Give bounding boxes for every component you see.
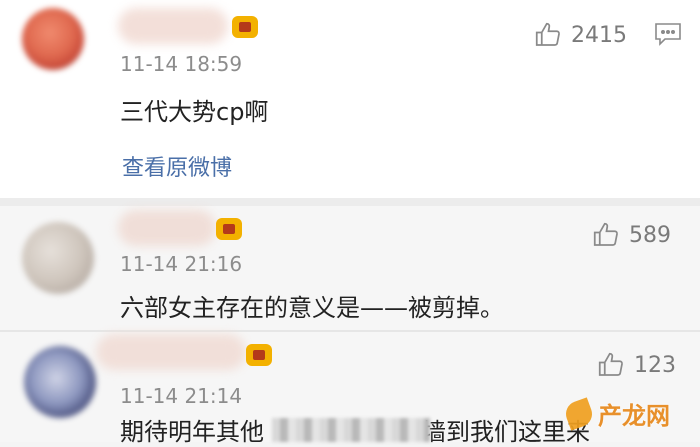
timestamp: 11-14 18:59 <box>120 52 243 76</box>
site-watermark: 产龙网 <box>562 396 670 431</box>
section-divider <box>0 198 700 206</box>
thumbs-up-icon <box>598 352 623 376</box>
username-blurred[interactable] <box>118 210 216 246</box>
like-count: 123 <box>634 352 676 378</box>
avatar[interactable] <box>22 222 94 294</box>
vip-crown-icon <box>216 218 242 240</box>
view-original-link[interactable]: 查看原微博 <box>122 150 232 182</box>
like-count: 589 <box>629 222 671 248</box>
thumbs-up-icon <box>535 22 560 46</box>
like-button[interactable]: 589 <box>591 220 671 250</box>
leaf-logo-icon <box>562 396 596 431</box>
comment-text: 三代大势cp啊 <box>120 98 269 126</box>
thumbs-up-icon <box>593 222 618 246</box>
comment-icon[interactable] <box>654 22 682 46</box>
censor-mosaic <box>272 418 430 442</box>
like-button[interactable]: 2415 <box>533 20 627 50</box>
like-button[interactable]: 123 <box>596 350 676 380</box>
comment-text: 六部女主存在的意义是——被剪掉。 <box>120 294 504 322</box>
comment-1: 11-14 18:59 三代大势cp啊 查看原微博 2415 <box>0 0 700 198</box>
vip-crown-icon <box>232 16 258 38</box>
avatar[interactable] <box>24 346 96 418</box>
watermark-text: 产龙网 <box>598 402 670 430</box>
like-count: 2415 <box>571 22 627 48</box>
username-blurred[interactable] <box>96 334 246 370</box>
vip-crown-icon <box>246 344 272 366</box>
timestamp: 11-14 21:16 <box>120 252 243 276</box>
username-blurred[interactable] <box>118 8 228 44</box>
timestamp: 11-14 21:14 <box>120 384 243 408</box>
comment-2: 11-14 21:16 六部女主存在的意义是——被剪掉。 589 <box>0 206 700 330</box>
avatar[interactable] <box>22 8 84 70</box>
